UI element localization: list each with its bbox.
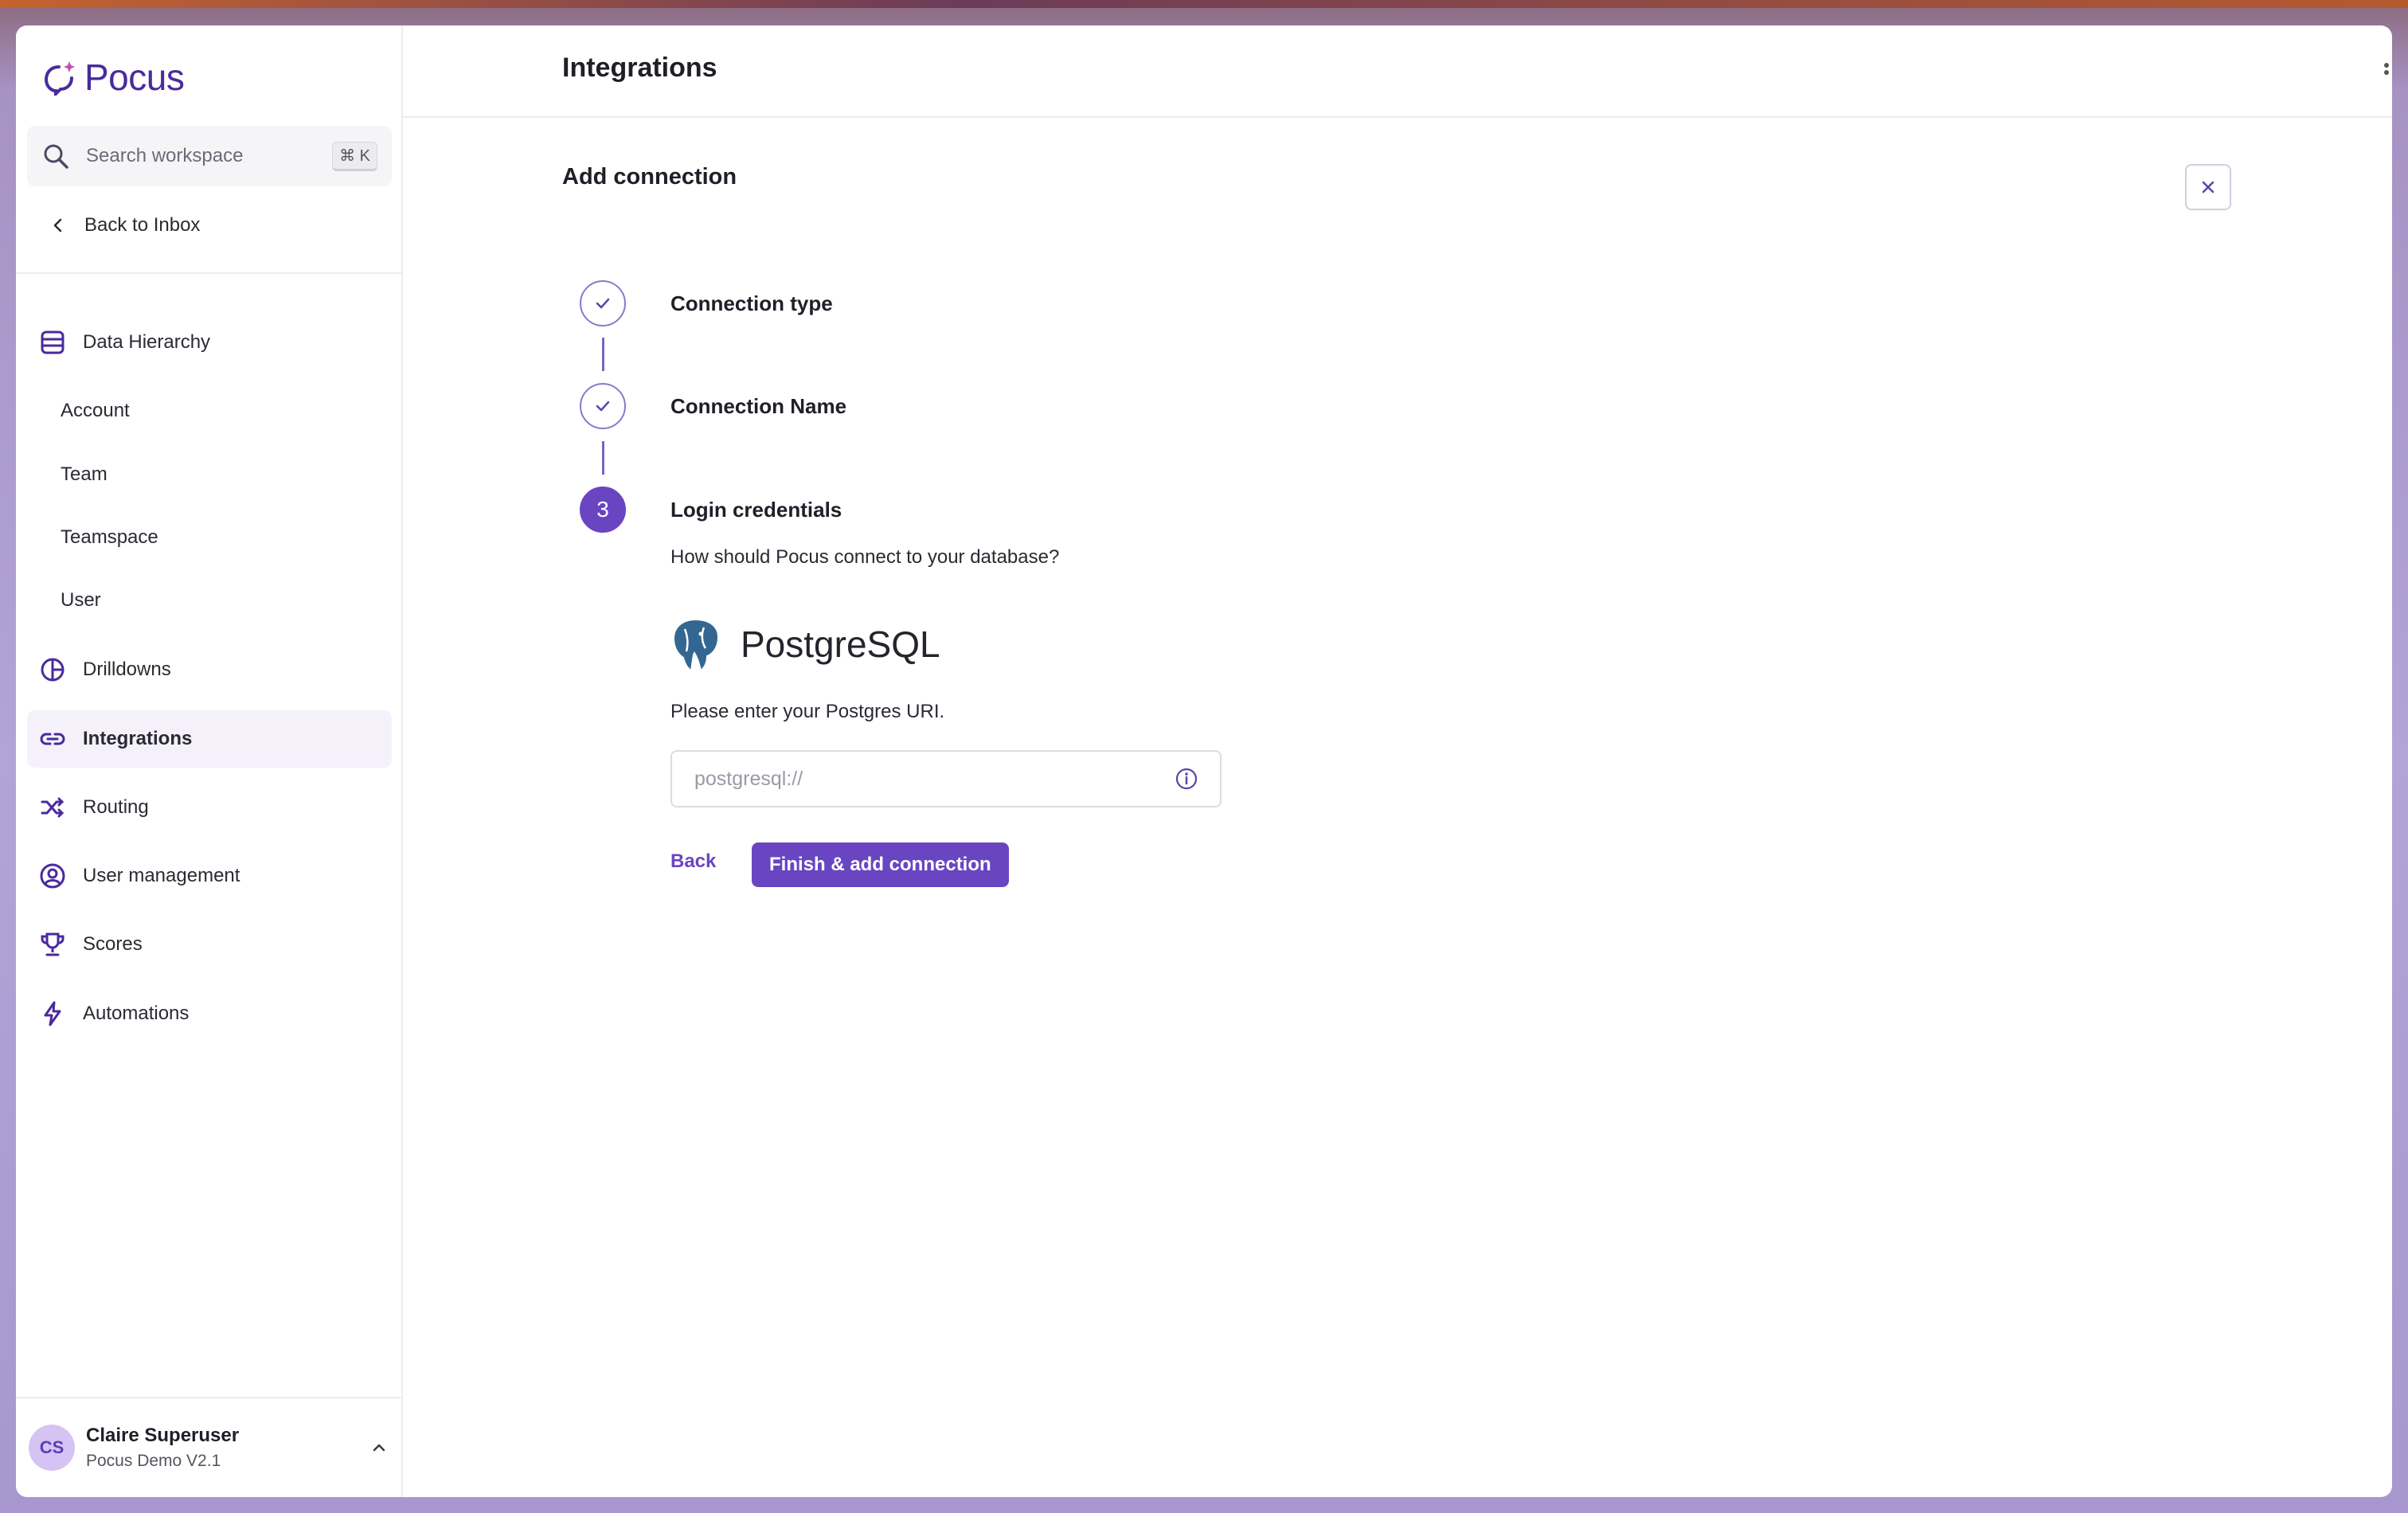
sidebar-item-routing[interactable]: Routing: [27, 779, 392, 836]
search-icon: [44, 144, 68, 169]
pie-chart-icon: [38, 655, 67, 684]
step-3-label: Login credentials: [670, 498, 842, 522]
page-title: Integrations: [562, 53, 717, 83]
search-input[interactable]: Search workspace ⌘ K: [27, 126, 392, 186]
sidebar-subitem-label: Team: [61, 463, 108, 485]
close-icon: [2202, 181, 2214, 194]
avatar: CS: [29, 1425, 75, 1471]
sidebar-item-integrations[interactable]: Integrations: [27, 710, 392, 768]
shuffle-icon: [38, 793, 67, 822]
back-to-inbox-link[interactable]: Back to Inbox: [32, 205, 200, 245]
logo[interactable]: Pocus: [43, 56, 185, 99]
sidebar-item-automations[interactable]: Automations: [27, 985, 392, 1042]
step-1-label: Connection type: [670, 291, 833, 315]
sidebar-subitem-team[interactable]: Team: [27, 451, 392, 498]
chevron-left-icon: [53, 218, 62, 233]
search-shortcut-badge: ⌘ K: [332, 141, 377, 171]
info-icon[interactable]: [1174, 766, 1199, 792]
postgresql-elephant-icon: [672, 618, 720, 672]
section-title: Add connection: [562, 164, 737, 190]
sidebar-subitem-user[interactable]: User: [27, 577, 392, 624]
search-placeholder: Search workspace: [86, 145, 244, 166]
provider-name: PostgreSQL: [741, 624, 940, 665]
main-content: Integrations Add connection Connection t…: [403, 25, 2392, 1497]
step-2-label: Connection Name: [670, 394, 847, 418]
sidebar-item-scores[interactable]: Scores: [27, 916, 392, 973]
step-3-indicator: 3: [580, 487, 626, 533]
user-org: Pocus Demo V2.1: [86, 1452, 221, 1470]
database-icon: [38, 328, 67, 357]
chevron-up-icon[interactable]: [368, 1437, 390, 1459]
postgres-uri-input[interactable]: [694, 767, 1174, 791]
uri-prompt: Please enter your Postgres URI.: [670, 701, 945, 722]
sidebar-subitem-label: User: [61, 589, 101, 611]
sidebar-item-label: Automations: [83, 1003, 190, 1024]
sidebar-item-label: User management: [83, 865, 240, 886]
trophy-icon: [38, 930, 67, 959]
step-1-indicator: [580, 280, 626, 326]
sidebar-subitem-label: Account: [61, 400, 130, 421]
sidebar-item-label: Drilldowns: [83, 659, 171, 680]
user-menu[interactable]: CS Claire Superuser Pocus Demo V2.1: [16, 1397, 403, 1497]
sidebar-subitem-account[interactable]: Account: [27, 387, 392, 435]
step-question: How should Pocus connect to your databas…: [670, 546, 1060, 568]
sidebar-divider: [16, 272, 403, 274]
step-connector: [602, 338, 604, 371]
sidebar-item-label: Routing: [83, 796, 149, 818]
sidebar-item-label: Data Hierarchy: [83, 331, 211, 353]
user-info: Claire Superuser Pocus Demo V2.1: [86, 1425, 368, 1471]
sidebar-item-drilldowns[interactable]: Drilldowns: [27, 641, 392, 698]
sidebar-subitem-label: Teamspace: [61, 526, 158, 548]
user-name: Claire Superuser: [86, 1425, 240, 1446]
finish-add-connection-button[interactable]: Finish & add connection: [752, 843, 1009, 887]
close-button[interactable]: [2185, 164, 2231, 210]
sidebar: Pocus Search workspace ⌘ K Back to Inbox: [16, 25, 403, 1497]
bolt-icon: [38, 999, 67, 1028]
sidebar-item-label: Scores: [83, 933, 143, 955]
user-circle-icon: [38, 862, 67, 890]
sidebar-item-data-hierarchy[interactable]: Data Hierarchy: [27, 314, 392, 371]
check-icon: [596, 401, 610, 412]
app-window: Pocus Search workspace ⌘ K Back to Inbox: [16, 25, 2392, 1497]
postgres-uri-field[interactable]: [670, 750, 1222, 807]
link-icon: [38, 725, 67, 753]
sidebar-item-label: Integrations: [83, 728, 193, 749]
pocus-logo-icon: [44, 61, 75, 96]
desktop-top-strip: [0, 0, 2408, 8]
step-2-indicator: [580, 383, 626, 429]
sidebar-subitem-teamspace[interactable]: Teamspace: [27, 514, 392, 561]
back-to-inbox-label: Back to Inbox: [84, 214, 201, 236]
logo-text: Pocus: [84, 57, 185, 98]
page-header: Integrations: [403, 25, 2392, 118]
back-button[interactable]: Back: [670, 850, 716, 873]
sidebar-item-user-management[interactable]: User management: [27, 847, 392, 905]
check-icon: [596, 298, 610, 309]
step-connector: [602, 441, 604, 475]
